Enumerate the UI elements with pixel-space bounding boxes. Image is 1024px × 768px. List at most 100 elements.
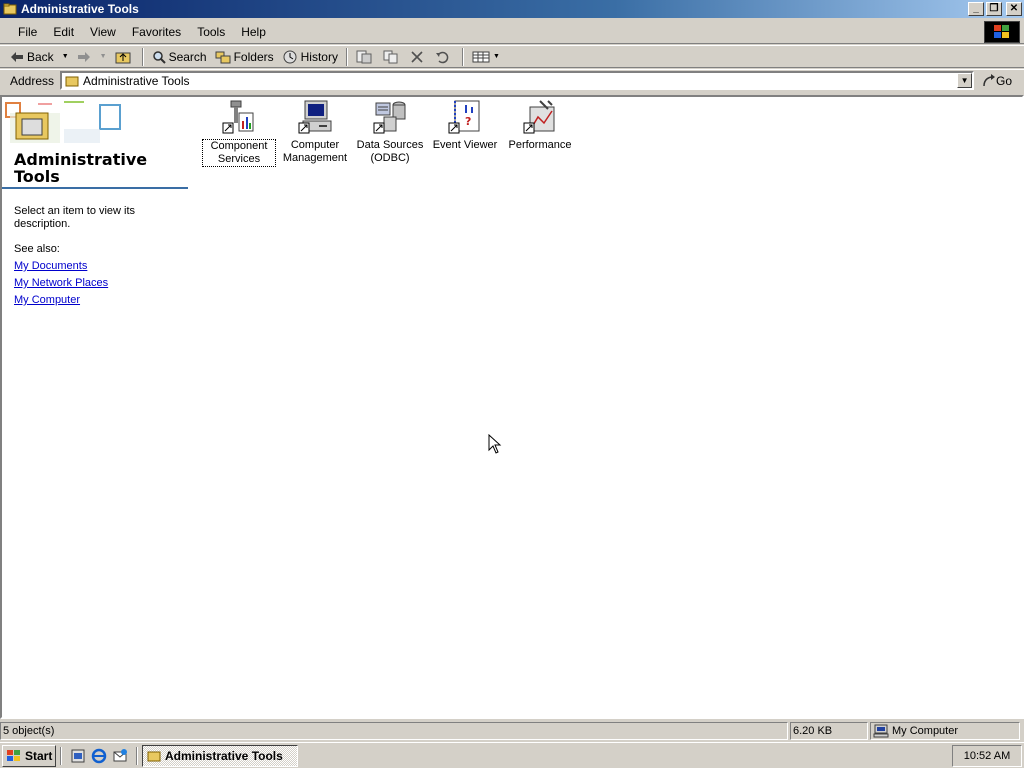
- go-button[interactable]: Go: [982, 73, 1013, 88]
- back-button[interactable]: Back ▼: [6, 47, 73, 67]
- folder-icon: [147, 751, 161, 761]
- forward-button[interactable]: ▼: [73, 47, 111, 67]
- item-event-viewer[interactable]: ? Event Viewer: [428, 99, 502, 152]
- history-label: History: [300, 49, 338, 64]
- item-description: Select an item to view its description.: [14, 205, 136, 230]
- up-folder-icon: [115, 52, 131, 63]
- menu-view[interactable]: View: [82, 25, 124, 39]
- back-dropdown-icon[interactable]: ▼: [62, 53, 69, 60]
- item-label: Data Sources (ODBC): [356, 139, 424, 164]
- folder-view[interactable]: Administrative Tools Select an item to v…: [0, 95, 1024, 719]
- taskbar-separator: [60, 746, 62, 765]
- start-button[interactable]: Start: [2, 744, 56, 767]
- close-button[interactable]: ✕: [1006, 2, 1022, 16]
- mouse-cursor-icon: [488, 434, 502, 454]
- views-button[interactable]: ▼: [468, 47, 504, 67]
- toolbar-separator: [345, 47, 348, 66]
- copy-to-button[interactable]: [379, 47, 406, 67]
- restore-button[interactable]: ❐: [986, 2, 1002, 16]
- search-icon: [152, 50, 166, 64]
- copy-to-icon: [383, 50, 398, 63]
- item-label: Component Services: [202, 139, 276, 167]
- status-zone-label: My Computer: [892, 725, 959, 737]
- menu-tools[interactable]: Tools: [189, 25, 233, 39]
- link-my-documents[interactable]: My Documents: [14, 260, 87, 272]
- status-bar: 5 object(s) 6.20 KB My Computer: [0, 721, 1024, 741]
- toolbar-separator: [141, 47, 144, 66]
- up-folder-button[interactable]: [111, 47, 138, 67]
- address-label: Address: [10, 73, 55, 88]
- address-value: Administrative Tools: [83, 73, 190, 88]
- item-performance[interactable]: Performance: [503, 99, 577, 152]
- item-label: Event Viewer: [432, 139, 498, 151]
- menu-favorites[interactable]: Favorites: [124, 25, 189, 39]
- link-my-computer[interactable]: My Computer: [14, 294, 80, 306]
- taskbar-separator: [136, 746, 138, 765]
- window-title: Administrative Tools: [21, 2, 139, 16]
- clock[interactable]: 10:52 AM: [964, 750, 1010, 762]
- forward-dropdown-icon[interactable]: ▼: [100, 53, 107, 60]
- computer-management-icon: [298, 100, 332, 134]
- status-object-count: 5 object(s): [0, 722, 788, 740]
- standard-toolbar: Back ▼ ▼ Search Folders History ▼: [0, 45, 1024, 68]
- component-services-icon: [222, 100, 254, 134]
- menu-edit[interactable]: Edit: [45, 25, 82, 39]
- event-viewer-icon: ?: [448, 100, 480, 134]
- menu-file[interactable]: File: [10, 25, 45, 39]
- address-input[interactable]: Administrative Tools ▼: [60, 71, 975, 90]
- address-dropdown-button[interactable]: ▼: [957, 73, 973, 88]
- back-label: Back: [27, 49, 54, 64]
- start-label: Start: [25, 748, 53, 763]
- move-to-button[interactable]: [352, 47, 379, 67]
- folder-icon: [3, 3, 17, 15]
- web-view-pane: Administrative Tools Select an item to v…: [2, 97, 188, 717]
- pane-title: Administrative Tools: [14, 150, 148, 186]
- item-component-services[interactable]: Component Services: [202, 99, 276, 167]
- undo-button[interactable]: [431, 47, 458, 67]
- delete-button[interactable]: [406, 47, 431, 67]
- see-also-label: See also:: [14, 243, 60, 255]
- address-bar: Address Administrative Tools ▼ Go: [0, 69, 1024, 91]
- svg-text:?: ?: [465, 115, 471, 128]
- system-tray: 10:52 AM: [952, 745, 1022, 767]
- taskbar-window-label: Administrative Tools: [165, 748, 283, 763]
- link-my-network-places[interactable]: My Network Places: [14, 277, 108, 289]
- folders-label: Folders: [233, 49, 274, 64]
- title-bar[interactable]: Administrative Tools _ ❐ ✕: [0, 0, 1024, 18]
- search-button[interactable]: Search: [148, 47, 211, 67]
- outlook-express-icon[interactable]: [112, 748, 128, 764]
- folder-banner: Administrative Tools: [2, 97, 188, 189]
- performance-icon: [523, 100, 555, 134]
- item-label: Performance: [508, 139, 572, 151]
- delete-icon: [411, 50, 423, 63]
- views-icon: [472, 51, 490, 62]
- history-icon: [283, 50, 297, 63]
- item-label: Computer Management: [282, 139, 348, 164]
- menu-help[interactable]: Help: [233, 25, 274, 39]
- toolbar-separator: [461, 47, 464, 66]
- status-size: 6.20 KB: [790, 722, 868, 740]
- history-button[interactable]: History: [278, 47, 342, 67]
- quick-launch: [66, 748, 132, 764]
- show-desktop-icon[interactable]: [70, 748, 86, 764]
- minimize-button[interactable]: _: [968, 2, 984, 16]
- undo-icon: [435, 51, 449, 63]
- taskbar: Start Administrative Tools 10:52 AM: [0, 742, 1024, 768]
- menu-bar: File Edit View Favorites Tools Help: [0, 20, 1024, 44]
- windows-logo-icon: [7, 749, 20, 761]
- taskbar-window-button[interactable]: Administrative Tools: [142, 744, 298, 767]
- item-computer-management[interactable]: Computer Management: [278, 99, 352, 165]
- back-arrow-icon: [11, 51, 23, 62]
- internet-explorer-icon[interactable]: [91, 748, 107, 764]
- item-data-sources-odbc[interactable]: Data Sources (ODBC): [353, 99, 427, 165]
- windows-logo-icon: [984, 21, 1020, 43]
- folders-button[interactable]: Folders: [211, 47, 278, 67]
- folders-icon: [215, 51, 231, 63]
- search-label: Search: [168, 49, 207, 64]
- move-to-icon: [356, 50, 372, 63]
- go-label: Go: [996, 73, 1013, 88]
- forward-arrow-icon: [77, 51, 90, 62]
- odbc-icon: [373, 101, 406, 134]
- go-arrow-icon: [983, 73, 996, 86]
- status-zone: My Computer: [870, 722, 1020, 740]
